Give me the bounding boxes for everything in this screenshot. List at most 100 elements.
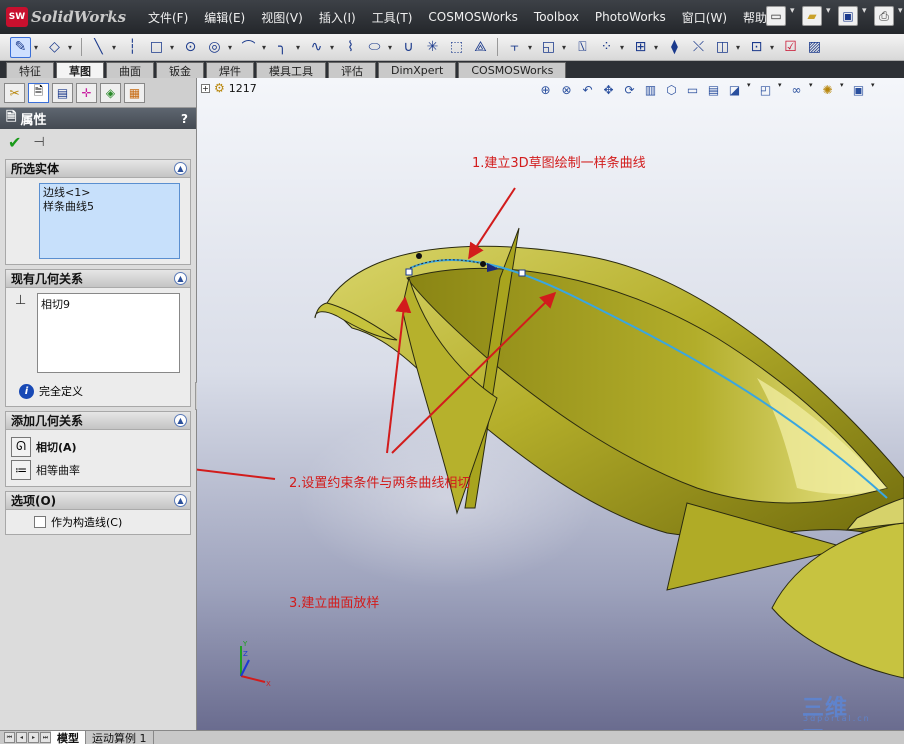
construction-geometry-icon[interactable]: ⬚ bbox=[446, 37, 467, 58]
view-orientation-icon[interactable]: ⬡ bbox=[663, 81, 680, 98]
chevron-down-icon[interactable]: ▾ bbox=[228, 43, 235, 52]
collapse-icon[interactable]: ▲ bbox=[174, 162, 187, 175]
list-item[interactable]: 样条曲线5 bbox=[43, 200, 176, 214]
tab-model[interactable]: 模型 bbox=[51, 731, 86, 744]
line-icon[interactable]: ╲ bbox=[88, 37, 109, 58]
list-item[interactable]: 边线<1> bbox=[43, 186, 176, 200]
expand-icon[interactable]: + bbox=[201, 83, 210, 93]
open-folder-icon[interactable]: ▰ bbox=[802, 6, 822, 26]
display-style-icon[interactable]: ▭ bbox=[684, 81, 701, 98]
chevron-down-icon[interactable]: ▾ bbox=[862, 6, 870, 26]
menu-cosmosworks[interactable]: COSMOSWorks bbox=[420, 10, 526, 24]
chevron-down-icon[interactable]: ▾ bbox=[388, 43, 395, 52]
chevron-down-icon[interactable]: ▾ bbox=[840, 81, 846, 98]
tab-dimxpert[interactable]: DimXpert bbox=[378, 62, 457, 78]
smart-dimension-icon[interactable]: ◇ bbox=[44, 37, 65, 58]
tab-surfaces[interactable]: 曲面 bbox=[106, 62, 154, 78]
tab-motion-study[interactable]: 运动算例 1 bbox=[86, 731, 154, 744]
collapse-icon[interactable]: ▲ bbox=[174, 272, 187, 285]
tab-cosmosworks[interactable]: COSMOSWorks bbox=[458, 62, 567, 78]
group-header[interactable]: 添加几何关系 ▲ bbox=[6, 412, 190, 430]
chevron-down-icon[interactable]: ▾ bbox=[654, 43, 661, 52]
print-icon[interactable]: ⎙ bbox=[874, 6, 894, 26]
fillet-icon[interactable]: ╮ bbox=[272, 37, 293, 58]
screen-capture-icon[interactable]: ▣ bbox=[850, 81, 867, 98]
zoom-to-area-icon[interactable]: ⊗ bbox=[558, 81, 575, 98]
feature-manager-icon[interactable]: ✂ bbox=[4, 82, 25, 103]
part-name[interactable]: 1217 bbox=[229, 82, 257, 95]
display-manager-icon[interactable]: ◈ bbox=[100, 82, 121, 103]
rectangle-icon[interactable]: □ bbox=[146, 37, 167, 58]
point-icon[interactable]: ✳ bbox=[422, 37, 443, 58]
quick-snaps-icon[interactable]: ◫ bbox=[712, 37, 733, 58]
relation-label[interactable]: 相等曲率 bbox=[36, 462, 80, 478]
menu-window[interactable]: 窗口(W) bbox=[674, 9, 735, 26]
group-header[interactable]: 选项(O) ▲ bbox=[6, 492, 190, 510]
previous-tab-icon[interactable]: ◂ bbox=[16, 732, 27, 743]
chevron-down-icon[interactable]: ▾ bbox=[170, 43, 177, 52]
hide-show-icon[interactable]: ▤ bbox=[705, 81, 722, 98]
arc-icon[interactable]: ⌒ bbox=[238, 37, 259, 58]
menu-insert[interactable]: 插入(I) bbox=[311, 9, 364, 26]
equal-curvature-icon[interactable]: ≔ bbox=[11, 459, 31, 480]
plane-icon[interactable]: ⟁ bbox=[470, 37, 491, 58]
dimxpert-manager-icon[interactable]: ✛ bbox=[76, 82, 97, 103]
circle-icon[interactable]: ◎ bbox=[204, 37, 225, 58]
property-manager-icon[interactable]: 🗎 bbox=[28, 82, 49, 103]
edit-appearance-icon[interactable]: ◪ bbox=[726, 81, 743, 98]
sketch-picture-icon[interactable]: ▨ bbox=[804, 37, 825, 58]
spline-icon[interactable]: ∿ bbox=[306, 37, 327, 58]
chevron-down-icon[interactable]: ▾ bbox=[528, 43, 535, 52]
menu-tools[interactable]: 工具(T) bbox=[364, 9, 421, 26]
tab-weldments[interactable]: 焊件 bbox=[206, 62, 254, 78]
existing-relations-list[interactable]: 相切9 bbox=[37, 293, 180, 373]
slot-icon[interactable]: ⊙ bbox=[180, 37, 201, 58]
tab-sketch[interactable]: 草图 bbox=[56, 62, 104, 78]
chevron-down-icon[interactable]: ▾ bbox=[770, 43, 777, 52]
view-settings-icon[interactable]: ∞ bbox=[788, 81, 805, 98]
configuration-manager-icon[interactable]: ▤ bbox=[52, 82, 73, 103]
chevron-down-icon[interactable]: ▾ bbox=[790, 6, 798, 26]
offset-icon[interactable]: ∪ bbox=[398, 37, 419, 58]
help-button[interactable]: ? bbox=[181, 112, 188, 126]
collapse-icon[interactable]: ▲ bbox=[174, 494, 187, 507]
chevron-down-icon[interactable]: ▾ bbox=[778, 81, 784, 98]
rotate-icon[interactable]: ⟳ bbox=[621, 81, 638, 98]
chevron-down-icon[interactable]: ▾ bbox=[68, 43, 75, 52]
centerline-icon[interactable]: ┆ bbox=[122, 37, 143, 58]
spline-endpoint[interactable] bbox=[518, 269, 526, 277]
viewport-feature-tree[interactable]: + ⚙ 1217 bbox=[201, 81, 257, 95]
list-item[interactable]: 相切9 bbox=[41, 296, 176, 312]
construction-label[interactable]: 作为构造线(C) bbox=[51, 514, 122, 530]
chevron-down-icon[interactable]: ▾ bbox=[826, 6, 834, 26]
spline-endpoint[interactable] bbox=[405, 268, 413, 276]
selected-entities-list[interactable]: 边线<1> 样条曲线5 bbox=[39, 183, 180, 259]
tab-sheet-metal[interactable]: 钣金 bbox=[156, 62, 204, 78]
construction-checkbox[interactable] bbox=[34, 516, 46, 528]
move-entities-icon[interactable]: ⊞ bbox=[630, 37, 651, 58]
ellipse-icon[interactable]: ⬭ bbox=[364, 37, 385, 58]
spline-point[interactable] bbox=[416, 253, 422, 259]
rapid-sketch-icon[interactable]: ⊡ bbox=[746, 37, 767, 58]
first-tab-icon[interactable]: ⏮ bbox=[4, 732, 15, 743]
chevron-down-icon[interactable]: ▾ bbox=[112, 43, 119, 52]
group-header[interactable]: 所选实体 ▲ bbox=[6, 160, 190, 178]
save-icon[interactable]: ▣ bbox=[838, 6, 858, 26]
relation-label[interactable]: 相切(A) bbox=[36, 439, 77, 455]
mirror-icon[interactable]: ⫟ bbox=[504, 37, 525, 58]
menu-photoworks[interactable]: PhotoWorks bbox=[587, 10, 674, 24]
menu-toolbox[interactable]: Toolbox bbox=[526, 10, 587, 24]
chevron-down-icon[interactable]: ▾ bbox=[898, 6, 904, 26]
menu-edit[interactable]: 编辑(E) bbox=[196, 9, 253, 26]
tangent-relation-icon[interactable]: ᘏ bbox=[11, 436, 31, 457]
tab-evaluate[interactable]: 评估 bbox=[328, 62, 376, 78]
pattern-icon[interactable]: ⁘ bbox=[596, 37, 617, 58]
repair-sketch-icon[interactable]: ⤬ bbox=[688, 37, 709, 58]
chevron-down-icon[interactable]: ▾ bbox=[736, 43, 743, 52]
add-tangent-relation[interactable]: ᘏ 相切(A) bbox=[11, 435, 185, 458]
sketch-icon[interactable]: ✎ bbox=[10, 36, 31, 58]
chevron-down-icon[interactable]: ▾ bbox=[747, 81, 753, 98]
tab-features[interactable]: 特征 bbox=[6, 62, 54, 78]
chevron-down-icon[interactable]: ▾ bbox=[330, 43, 337, 52]
tab-mold-tools[interactable]: 模具工具 bbox=[256, 62, 326, 78]
